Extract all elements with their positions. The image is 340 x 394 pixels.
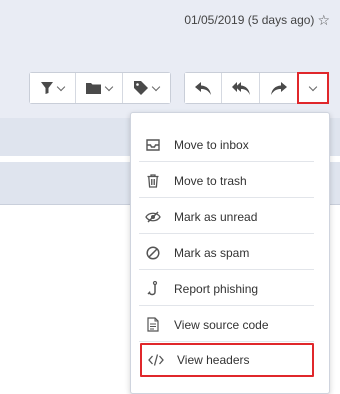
chevron-down-icon bbox=[104, 82, 114, 91]
reply-all-icon bbox=[231, 81, 250, 95]
filter-button[interactable] bbox=[30, 73, 75, 103]
document-icon bbox=[144, 316, 162, 334]
hook-icon bbox=[144, 280, 162, 298]
menu-item-view-source-code[interactable]: View source code bbox=[139, 308, 314, 342]
eye-slash-icon bbox=[144, 208, 162, 226]
menu-item-move-to-inbox[interactable]: Move to inbox bbox=[139, 128, 314, 162]
filter-label-group bbox=[29, 72, 171, 104]
menu-item-mark-as-unread[interactable]: Mark as unread bbox=[139, 200, 314, 234]
reply-button[interactable] bbox=[185, 73, 221, 103]
menu-item-label: Mark as unread bbox=[174, 209, 258, 224]
folder-icon bbox=[86, 83, 101, 94]
menu-item-view-headers[interactable]: View headers bbox=[140, 343, 314, 377]
reply-buttons bbox=[184, 72, 298, 104]
inbox-icon bbox=[144, 136, 162, 154]
chevron-down-icon bbox=[151, 82, 161, 91]
menu-item-report-phishing[interactable]: Report phishing bbox=[139, 272, 314, 306]
reply-all-button[interactable] bbox=[221, 73, 259, 103]
forward-button[interactable] bbox=[259, 73, 297, 103]
more-actions-menu: Move to inbox Move to trash Mark as unre… bbox=[130, 112, 330, 394]
star-icon[interactable]: ☆ bbox=[317, 13, 330, 27]
menu-item-label: Move to inbox bbox=[174, 137, 249, 152]
label-button[interactable] bbox=[122, 73, 170, 103]
menu-item-label: View source code bbox=[174, 317, 269, 332]
reply-icon bbox=[195, 81, 211, 95]
chevron-down-icon bbox=[56, 82, 66, 91]
menu-item-label: Report phishing bbox=[174, 281, 259, 296]
message-date-text: 01/05/2019 (5 days ago) bbox=[184, 13, 315, 27]
reply-group bbox=[184, 72, 298, 104]
menu-item-mark-as-spam[interactable]: Mark as spam bbox=[139, 236, 314, 270]
more-actions-button[interactable] bbox=[297, 72, 329, 104]
message-date: 01/05/2019 (5 days ago) ☆ bbox=[184, 13, 330, 27]
forward-icon bbox=[270, 81, 287, 95]
menu-item-label: Mark as spam bbox=[174, 245, 250, 260]
trash-icon bbox=[144, 172, 162, 190]
filter-icon bbox=[41, 82, 53, 94]
menu-item-label: Move to trash bbox=[174, 173, 247, 188]
menu-item-move-to-trash[interactable]: Move to trash bbox=[139, 164, 314, 198]
toolbar bbox=[29, 72, 171, 104]
spam-icon bbox=[144, 244, 162, 262]
move-to-folder-button[interactable] bbox=[75, 73, 122, 103]
tag-icon bbox=[134, 81, 148, 95]
chevron-down-icon bbox=[308, 82, 318, 91]
menu-item-label: View headers bbox=[177, 353, 250, 367]
code-icon bbox=[147, 351, 165, 369]
